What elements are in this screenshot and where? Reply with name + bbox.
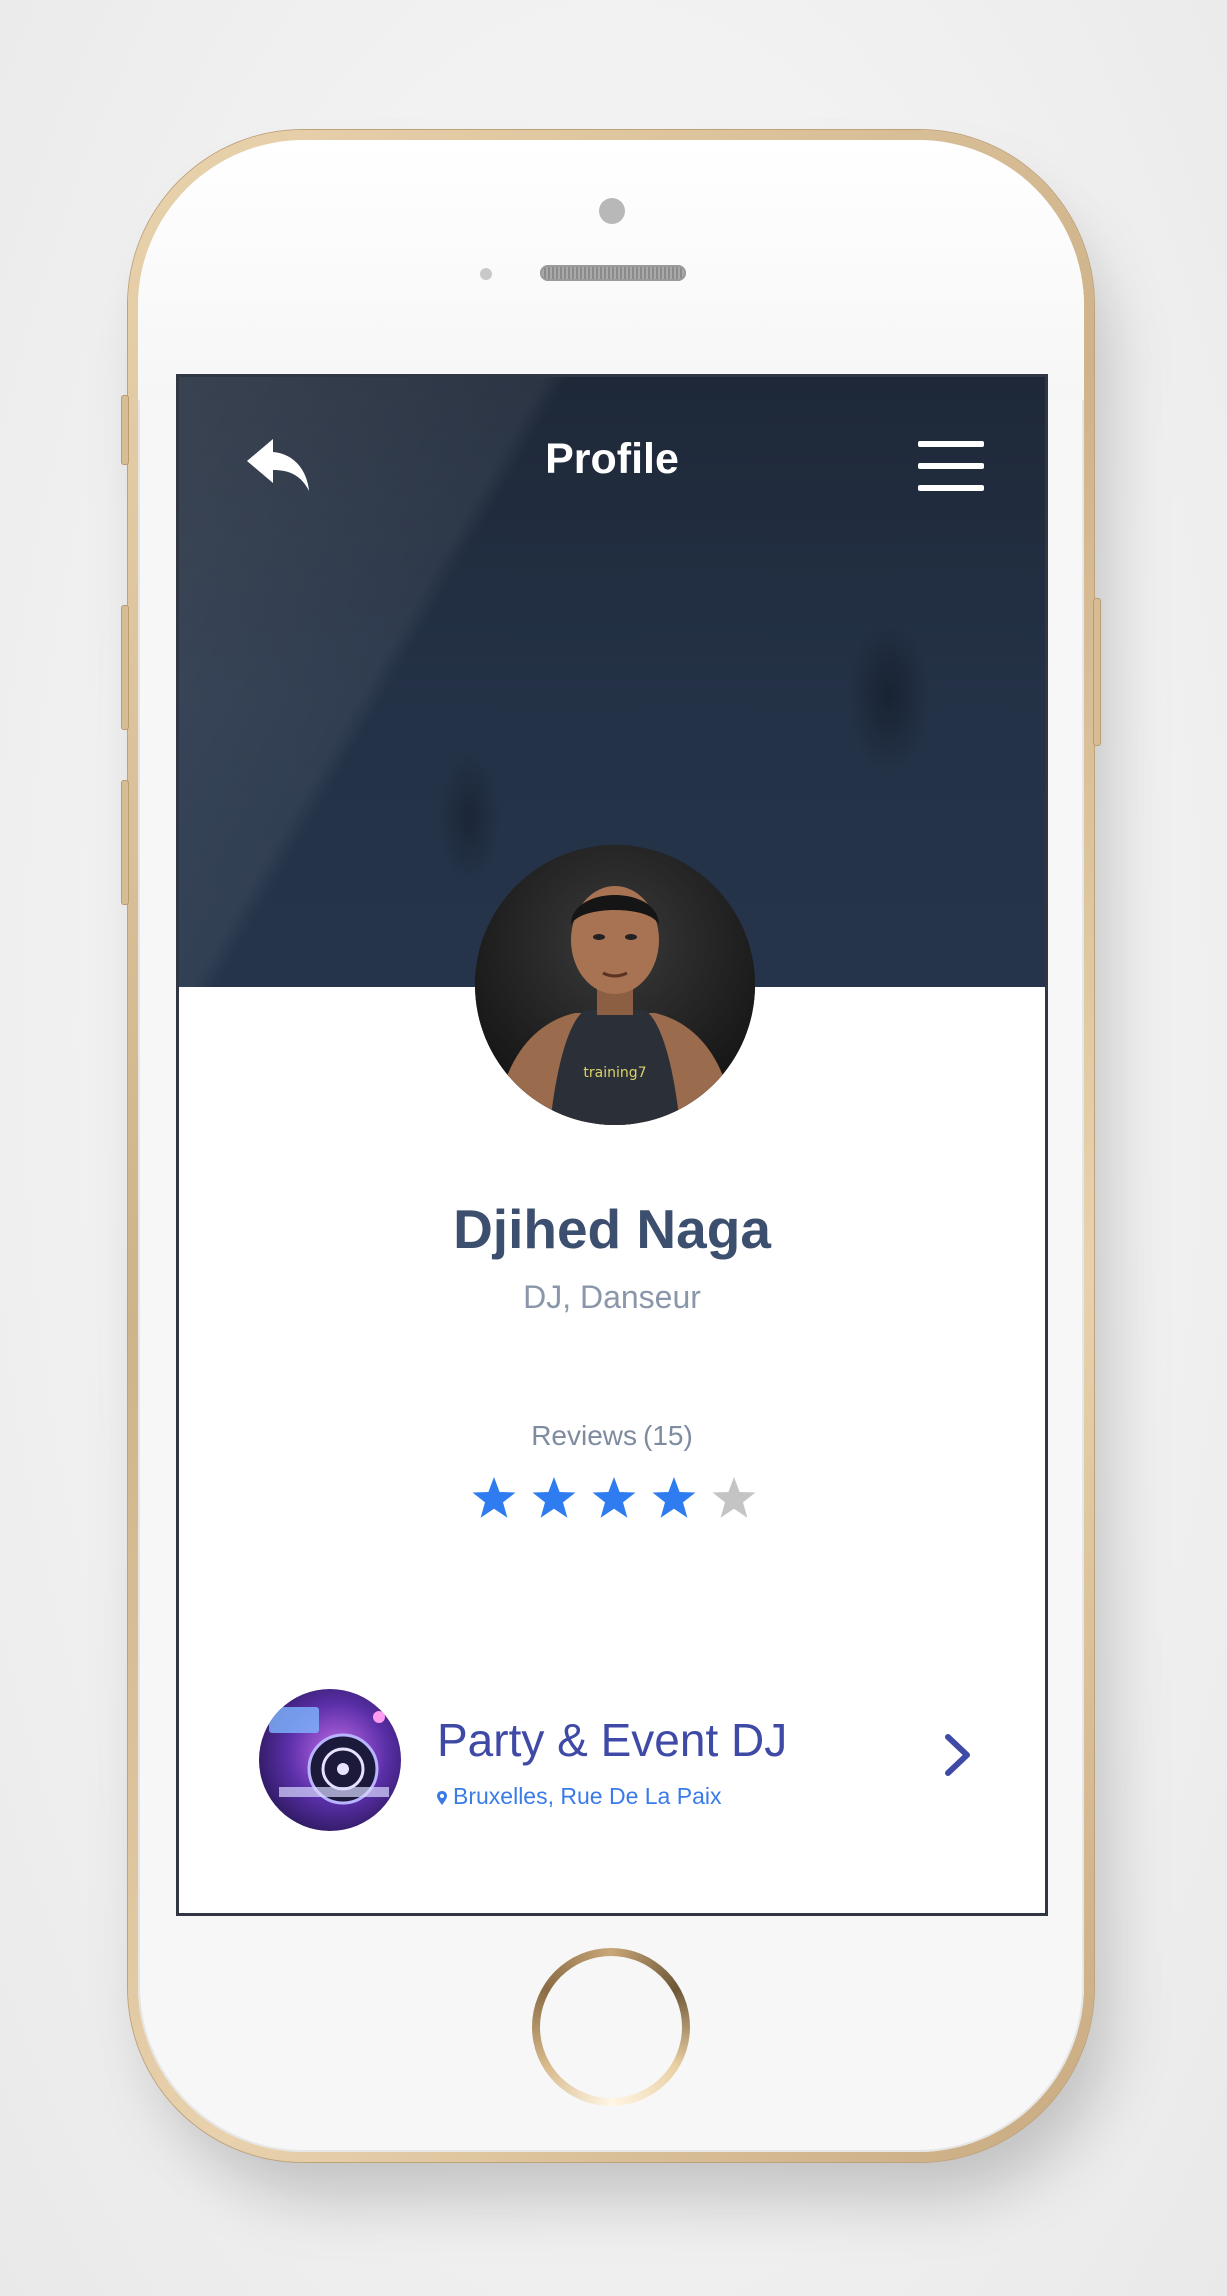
profile-role: DJ, Danseur [523, 1279, 701, 1315]
reviews-text: Reviews [531, 1420, 637, 1451]
event-title: Party & Event DJ [437, 1714, 788, 1766]
event-location: Bruxelles, Rue De La Paix [437, 1783, 721, 1810]
mute-switch [121, 395, 129, 465]
star-empty-icon [712, 1477, 756, 1518]
star-filled-icon [472, 1477, 516, 1518]
chevron-right-icon[interactable] [943, 1733, 973, 1777]
rating-stars [471, 1475, 771, 1525]
star-filled-icon [532, 1477, 576, 1518]
page-title: Profile [545, 435, 679, 483]
location-pin-icon [437, 1791, 447, 1805]
svg-text:training7: training7 [583, 1065, 646, 1081]
menu-line [918, 485, 984, 491]
proximity-sensor [480, 268, 492, 280]
menu-line [918, 441, 984, 447]
profile-name: Djihed Naga [453, 1198, 771, 1260]
reviews-count: (15) [643, 1420, 693, 1451]
star-filled-icon [652, 1477, 696, 1518]
star-filled-icon [592, 1477, 636, 1518]
earpiece-speaker [540, 265, 686, 281]
avatar-photo: training7 [475, 845, 755, 1125]
menu-line [918, 463, 984, 469]
event-location-text: Bruxelles, Rue De La Paix [453, 1783, 722, 1809]
home-button[interactable] [532, 1948, 690, 2106]
power-button [1093, 598, 1101, 746]
event-thumbnail [259, 1689, 401, 1831]
dj-turntable-image [259, 1689, 401, 1831]
volume-up-button [121, 605, 129, 730]
list-item-event[interactable]: Party & Event DJ Bruxelles, Rue De La Pa… [179, 1677, 1045, 1857]
avatar: training7 [475, 845, 755, 1125]
hamburger-menu-icon[interactable] [918, 441, 984, 491]
front-camera [599, 198, 625, 224]
volume-down-button [121, 780, 129, 905]
reviews-label[interactable]: Reviews (15) [179, 1420, 1045, 1452]
app-screen: Profile training7 Djihed Naga DJ, Danseu… [176, 374, 1048, 1916]
